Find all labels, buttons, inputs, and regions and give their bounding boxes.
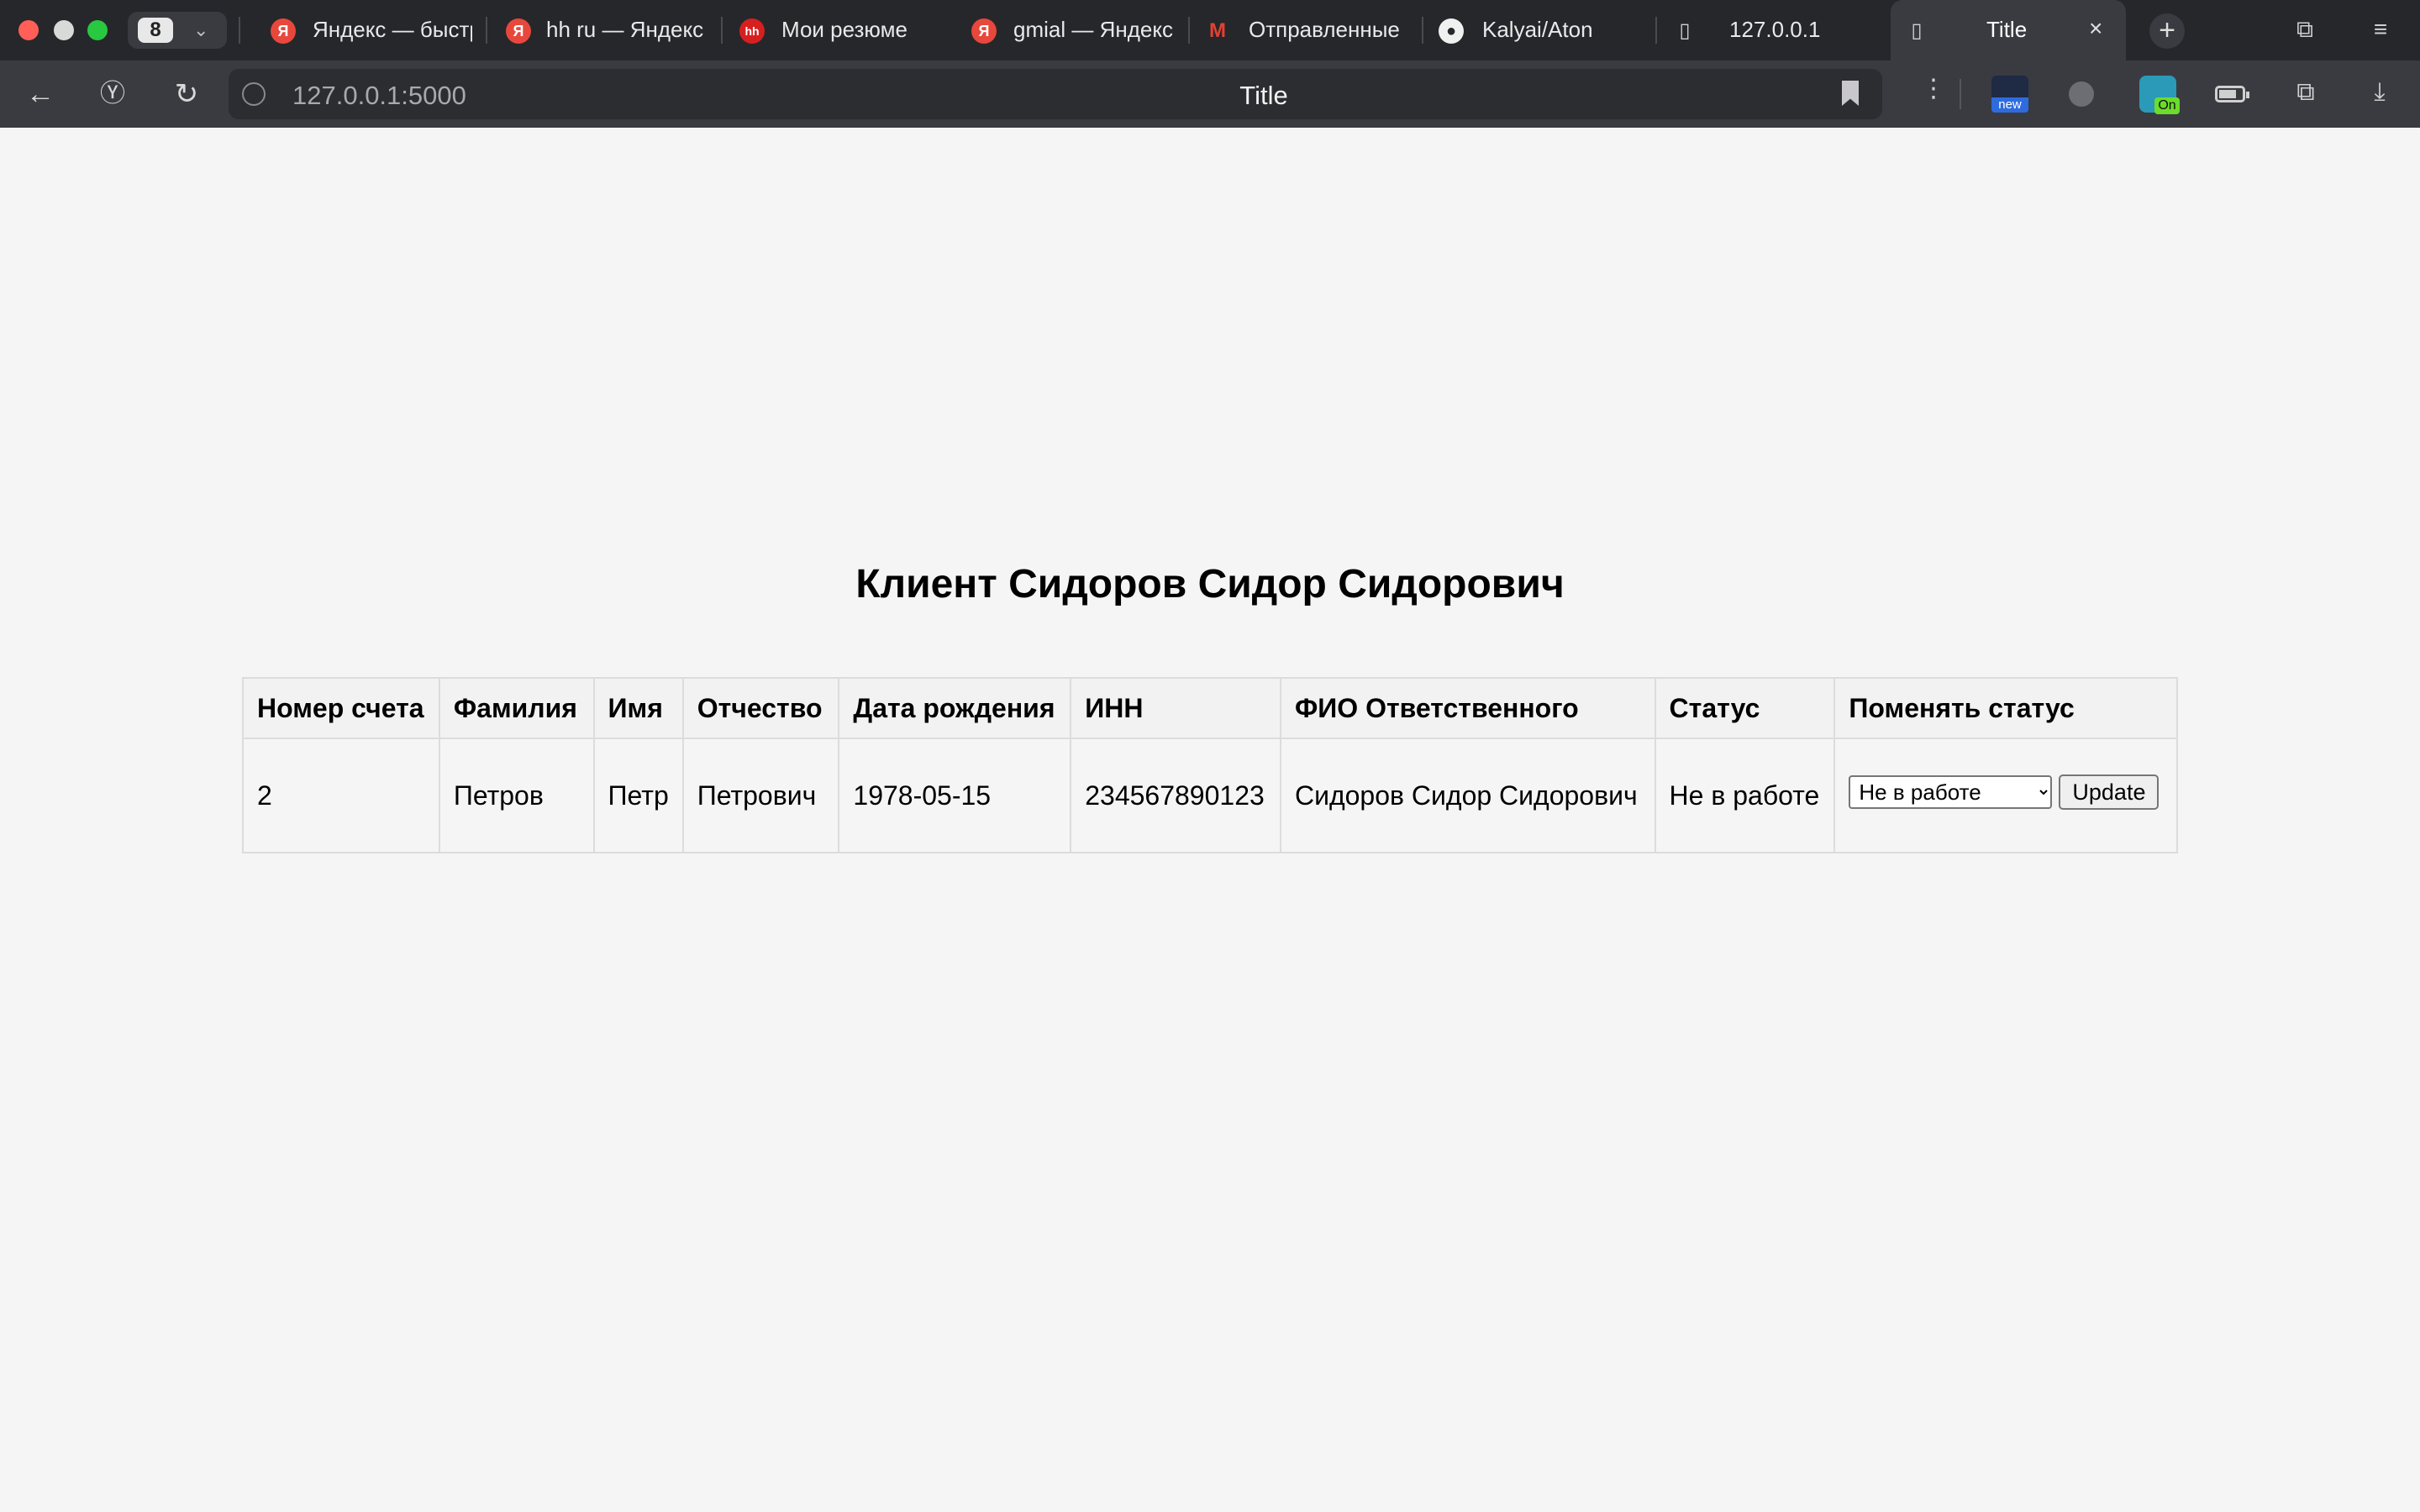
cell-status: Не в работе — [1654, 738, 1836, 853]
cell-patronymic: Петрович — [681, 738, 840, 853]
close-tab-icon[interactable]: × — [2089, 15, 2102, 42]
cell-birth-date: 1978-05-15 — [838, 738, 1072, 853]
reload-icon[interactable]: ↻ — [170, 77, 203, 111]
table-header-row: Номер счета Фамилия Имя Отчество Дата ро… — [242, 677, 2178, 739]
tab-divider — [239, 17, 240, 44]
tab-label: hh ru — Яндекс — [546, 17, 704, 42]
tab-label: Мои резюме — [781, 17, 908, 42]
battery-saver-icon[interactable] — [2215, 86, 2249, 102]
extension-vpn-icon[interactable]: On — [2139, 76, 2180, 114]
collections-icon[interactable]: ⧉ — [2291, 15, 2319, 44]
toolbar-divider — [1960, 79, 1961, 109]
gmail-icon: M — [1209, 19, 1226, 42]
page-title: Title — [1239, 81, 1288, 110]
tab-label: Яндекс — быстр — [313, 17, 472, 42]
yandex-icon: Я — [506, 18, 531, 44]
column-header-responsible: ФИО Ответственного — [1279, 677, 1656, 739]
cell-inn: 234567890123 — [1070, 738, 1281, 853]
tab-label: Отправленные — [1249, 17, 1400, 42]
extension-leaf-icon[interactable] — [2069, 81, 2094, 107]
table-row: 2 Петров Петр Петрович 1978-05-15 234567… — [242, 738, 2178, 853]
status-select[interactable]: Не в работе — [1849, 775, 2053, 809]
window-zoom-button[interactable] — [87, 20, 108, 40]
more-options-icon[interactable]: ⋮ — [1921, 74, 1946, 103]
hh-icon: hh — [739, 18, 765, 44]
chevron-down-icon: ⌄ — [193, 19, 209, 40]
downloads-icon[interactable]: ⤓ — [2363, 76, 2396, 109]
tab-divider — [721, 17, 723, 44]
new-tab-button[interactable]: + — [2149, 13, 2185, 49]
column-header-first-name: Имя — [592, 677, 684, 739]
tab-counter-button[interactable]: 8 ⌄ — [128, 12, 227, 49]
cell-change-status: Не в работе Update — [1833, 738, 2178, 853]
tab-yandex-search[interactable]: Я Яндекс — быстр — [266, 0, 476, 60]
tab-bar: 8 ⌄ Я Яндекс — быстр Я hh ru — Яндекс hh… — [0, 0, 2420, 60]
tab-label: 127.0.0.1 — [1729, 17, 1821, 42]
yandex-icon: Я — [271, 18, 296, 44]
column-header-inn: ИНН — [1070, 677, 1281, 739]
tab-gmial[interactable]: Я gmial — Яндекс — [971, 0, 1181, 60]
new-badge: new — [1991, 97, 2028, 113]
menu-icon[interactable]: ≡ — [2366, 15, 2395, 44]
tab-hh-ru[interactable]: Я hh ru — Яндекс — [501, 0, 711, 60]
tab-divider — [486, 17, 487, 44]
browser-chrome: 8 ⌄ Я Яндекс — быстр Я hh ru — Яндекс hh… — [0, 0, 2420, 128]
tab-divider — [1655, 17, 1657, 44]
tab-count: 8 — [138, 18, 173, 43]
cell-account: 2 — [242, 738, 440, 853]
yandex-home-icon[interactable]: Ⓨ — [96, 77, 129, 111]
tab-title-active[interactable]: ▯ Title × — [1891, 0, 2126, 60]
tab-label: Title — [1986, 17, 2028, 42]
github-icon: ● — [1439, 18, 1464, 44]
tab-label: Kalyai/Aton — [1482, 17, 1593, 42]
tab-divider — [1422, 17, 1423, 44]
back-arrow-icon[interactable]: ← — [24, 77, 57, 111]
column-header-birth-date: Дата рождения — [838, 677, 1072, 739]
file-icon: ▯ — [1911, 19, 1923, 42]
cell-first-name: Петр — [592, 738, 684, 853]
yandex-icon: Я — [971, 18, 997, 44]
column-header-last-name: Фамилия — [438, 677, 595, 739]
tab-gmail-sent[interactable]: M Отправленные — [1205, 0, 1415, 60]
translate-icon[interactable]: ⧉ — [2289, 76, 2323, 109]
update-button[interactable]: Update — [2059, 774, 2160, 810]
cell-last-name: Петров — [438, 738, 595, 853]
extension-new-icon[interactable]: new — [1991, 76, 2028, 113]
column-header-patronymic: Отчество — [681, 677, 840, 739]
cell-responsible: Сидоров Сидор Сидорович — [1279, 738, 1656, 853]
file-icon: ▯ — [1679, 19, 1691, 42]
window-close-button[interactable] — [18, 20, 39, 40]
tab-github[interactable]: ● Kalyai/Aton — [1439, 0, 1649, 60]
address-bar[interactable]: 127.0.0.1:5000 Title — [229, 69, 1882, 119]
navigation-bar: ← Ⓨ ↻ 127.0.0.1:5000 Title ⋮ new On ⧉ ⤓ — [0, 60, 2420, 128]
column-header-account: Номер счета — [242, 677, 440, 739]
column-header-change-status: Поменять статус — [1833, 677, 2178, 739]
column-header-status: Статус — [1654, 677, 1836, 739]
on-badge: On — [2154, 97, 2180, 114]
accounts-table: Номер счета Фамилия Имя Отчество Дата ро… — [242, 677, 2178, 853]
client-heading: Клиент Сидоров Сидор Сидорович — [855, 562, 1565, 606]
tab-localhost[interactable]: ▯ 127.0.0.1 — [1672, 0, 1882, 60]
tab-divider — [1188, 17, 1190, 44]
tab-label: gmial — Яндекс — [1013, 17, 1173, 42]
window-minimize-button[interactable] — [54, 20, 74, 40]
tab-my-resumes[interactable]: hh Мои резюме — [738, 0, 948, 60]
